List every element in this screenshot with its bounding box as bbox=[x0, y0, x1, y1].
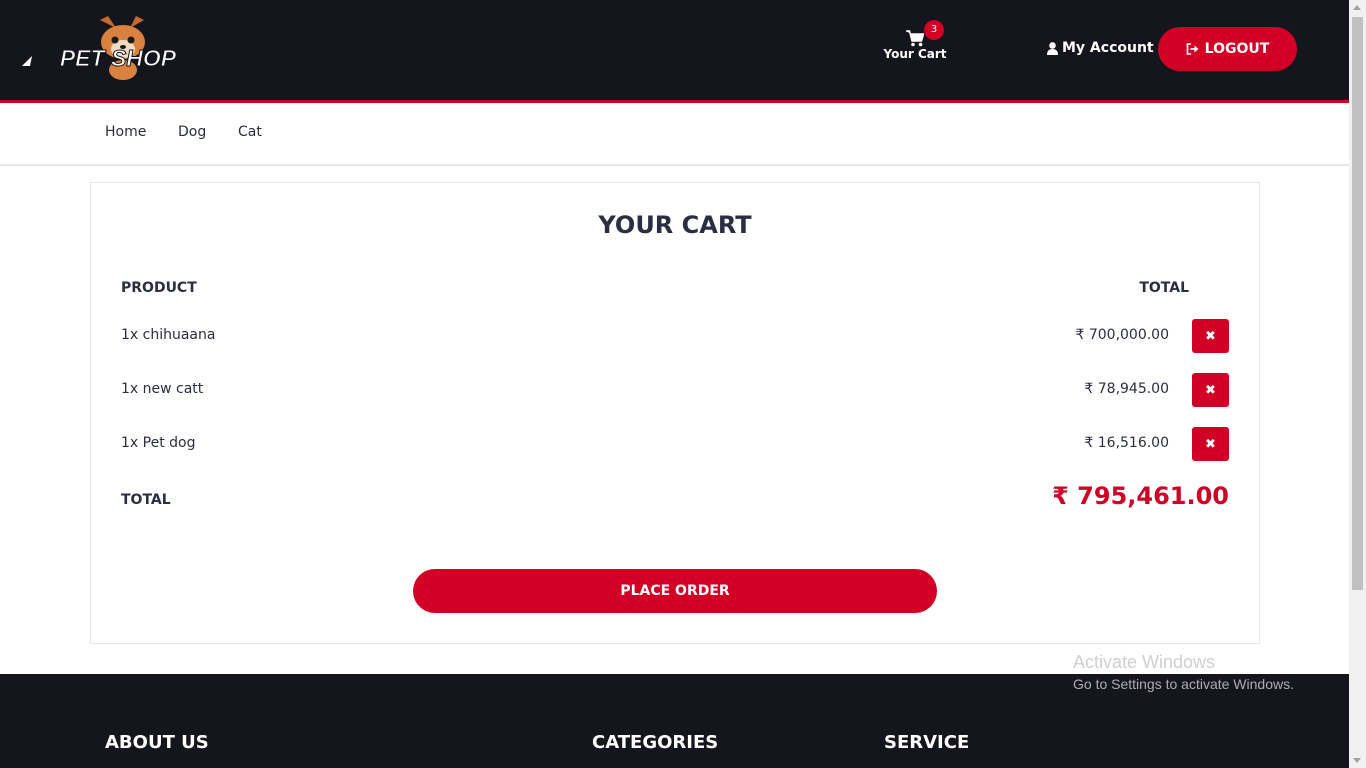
scroll-down-icon[interactable] bbox=[1353, 758, 1361, 763]
cart-item-price: ₹ 16,516.00 bbox=[1084, 435, 1169, 451]
product-column-header: PRODUCT bbox=[121, 280, 197, 296]
logo-image: PET SHOP bbox=[22, 16, 177, 80]
total-column-header: TOTAL bbox=[1139, 280, 1189, 296]
nav-item-cat[interactable]: Cat bbox=[238, 124, 262, 140]
footer-categories-title: CATEGORIES bbox=[592, 732, 719, 753]
footer-service-title: SERVICE bbox=[884, 732, 970, 753]
vertical-scrollbar[interactable] bbox=[1349, 0, 1366, 768]
cart-item-name: 1x new catt bbox=[121, 381, 204, 397]
cart-total-label: TOTAL bbox=[121, 492, 171, 508]
svg-text:PET SHOP: PET SHOP bbox=[60, 45, 177, 71]
logout-button[interactable]: LOGOUT bbox=[1158, 27, 1297, 71]
cart-total-value: ₹ 795,461.00 bbox=[1052, 482, 1229, 510]
scroll-up-icon[interactable] bbox=[1353, 5, 1361, 10]
close-icon: ✖ bbox=[1205, 382, 1216, 398]
cart-item-name: 1x Pet dog bbox=[121, 435, 196, 451]
shopping-cart-icon bbox=[906, 30, 924, 47]
cart-item-row: 1x chihuaana ₹ 700,000.00 ✖ bbox=[121, 319, 1229, 353]
footer-about-title: ABOUT US bbox=[105, 732, 209, 753]
main-nav: Home Dog Cat bbox=[0, 103, 1349, 166]
remove-item-button[interactable]: ✖ bbox=[1192, 373, 1229, 407]
logout-label: LOGOUT bbox=[1204, 41, 1270, 57]
nav-item-dog[interactable]: Dog bbox=[178, 124, 206, 140]
site-header: PET SHOP Your Cart 3 My Account LOGOUT bbox=[0, 0, 1349, 103]
watermark-title: Activate Windows bbox=[1073, 652, 1216, 672]
cart-item-name: 1x chihuaana bbox=[121, 327, 216, 343]
nav-item-home[interactable]: Home bbox=[105, 124, 146, 140]
pet-shop-logo[interactable]: PET SHOP bbox=[20, 14, 216, 84]
cart-link[interactable]: Your Cart 3 bbox=[880, 20, 950, 72]
cart-item-row: 1x new catt ₹ 78,945.00 ✖ bbox=[121, 373, 1229, 407]
sign-out-icon bbox=[1186, 43, 1199, 55]
close-icon: ✖ bbox=[1205, 436, 1216, 452]
cart-title: YOUR CART bbox=[598, 211, 752, 239]
my-account-link[interactable]: My Account bbox=[1047, 40, 1154, 56]
close-icon: ✖ bbox=[1205, 328, 1216, 344]
cart-item-price: ₹ 78,945.00 bbox=[1084, 381, 1169, 397]
cart-item-row: 1x Pet dog ₹ 16,516.00 ✖ bbox=[121, 427, 1229, 461]
remove-item-button[interactable]: ✖ bbox=[1192, 319, 1229, 353]
remove-item-button[interactable]: ✖ bbox=[1192, 427, 1229, 461]
activate-windows-watermark: Activate Windows Go to Settings to activ… bbox=[1073, 652, 1294, 692]
place-order-label: PLACE ORDER bbox=[620, 583, 730, 599]
scrollbar-thumb[interactable] bbox=[1352, 17, 1363, 590]
place-order-button[interactable]: PLACE ORDER bbox=[413, 569, 937, 613]
my-account-label: My Account bbox=[1062, 40, 1154, 56]
cart-panel: YOUR CART PRODUCT TOTAL 1x chihuaana ₹ 7… bbox=[90, 182, 1260, 644]
cart-item-price: ₹ 700,000.00 bbox=[1075, 327, 1169, 343]
user-icon bbox=[1047, 41, 1058, 55]
cart-count-badge: 3 bbox=[924, 20, 944, 40]
watermark-subtitle: Go to Settings to activate Windows. bbox=[1073, 676, 1294, 692]
cart-label: Your Cart bbox=[883, 47, 947, 61]
